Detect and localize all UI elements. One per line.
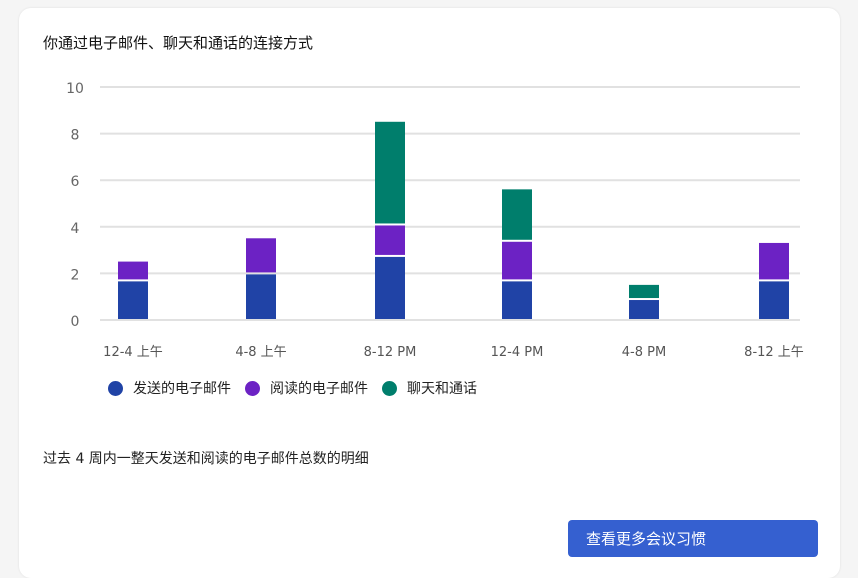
legend-item[interactable]: 阅读的电子邮件	[245, 378, 368, 398]
bar-segment	[502, 281, 532, 319]
bar-segment	[759, 242, 789, 280]
x-tick-label: 12-4 PM	[491, 345, 544, 360]
bar-segment	[502, 189, 532, 240]
legend-item[interactable]: 发送的电子邮件	[108, 378, 231, 398]
legend-item[interactable]: 聊天和通话	[382, 378, 477, 398]
legend-label: 发送的电子邮件	[133, 381, 231, 397]
x-tick-label: 12-4 上午	[103, 345, 163, 360]
bar-segment	[375, 256, 405, 319]
legend-dot-icon	[245, 380, 260, 396]
bar-segment	[502, 241, 532, 280]
legend-label: 聊天和通话	[407, 381, 477, 397]
y-tick-label: 2	[71, 267, 80, 283]
bar-segment	[118, 281, 148, 319]
legend-dot-icon	[108, 380, 123, 396]
legend-dot-icon	[382, 380, 397, 396]
chart-description: 过去 4 周内一整天发送和阅读的电子邮件总数的明细	[43, 451, 369, 467]
stacked-bar-chart: 0 2 4 6 8 10 12-4 上午 4-8 上午 8-12 PM 12-4 PM 4-8 PM…	[66, 81, 804, 360]
y-tick-label: 0	[71, 314, 80, 330]
x-tick-label: 8-12 PM	[364, 345, 417, 360]
view-more-meeting-habits-button[interactable]: 查看更多会议习惯	[568, 520, 818, 557]
legend-label: 阅读的电子邮件	[270, 381, 368, 397]
y-tick-label: 8	[71, 128, 80, 144]
bar-segment	[375, 225, 405, 255]
bar-segment	[629, 284, 659, 299]
chart-legend: 发送的电子邮件 阅读的电子邮件 聊天和通话	[108, 378, 477, 398]
bar-segment	[118, 261, 148, 280]
bar-segment	[246, 238, 276, 273]
x-tick-label: 8-12 上午	[744, 345, 804, 360]
bar-segment	[246, 274, 276, 319]
bar-segment	[375, 121, 405, 224]
y-tick-label: 6	[71, 174, 80, 190]
x-tick-label: 4-8 PM	[622, 345, 666, 360]
x-tick-label: 4-8 上午	[235, 345, 286, 360]
y-tick-label: 4	[71, 221, 80, 237]
bar-segment	[629, 300, 659, 319]
y-tick-label: 10	[66, 81, 84, 97]
bar-segment	[759, 281, 789, 319]
